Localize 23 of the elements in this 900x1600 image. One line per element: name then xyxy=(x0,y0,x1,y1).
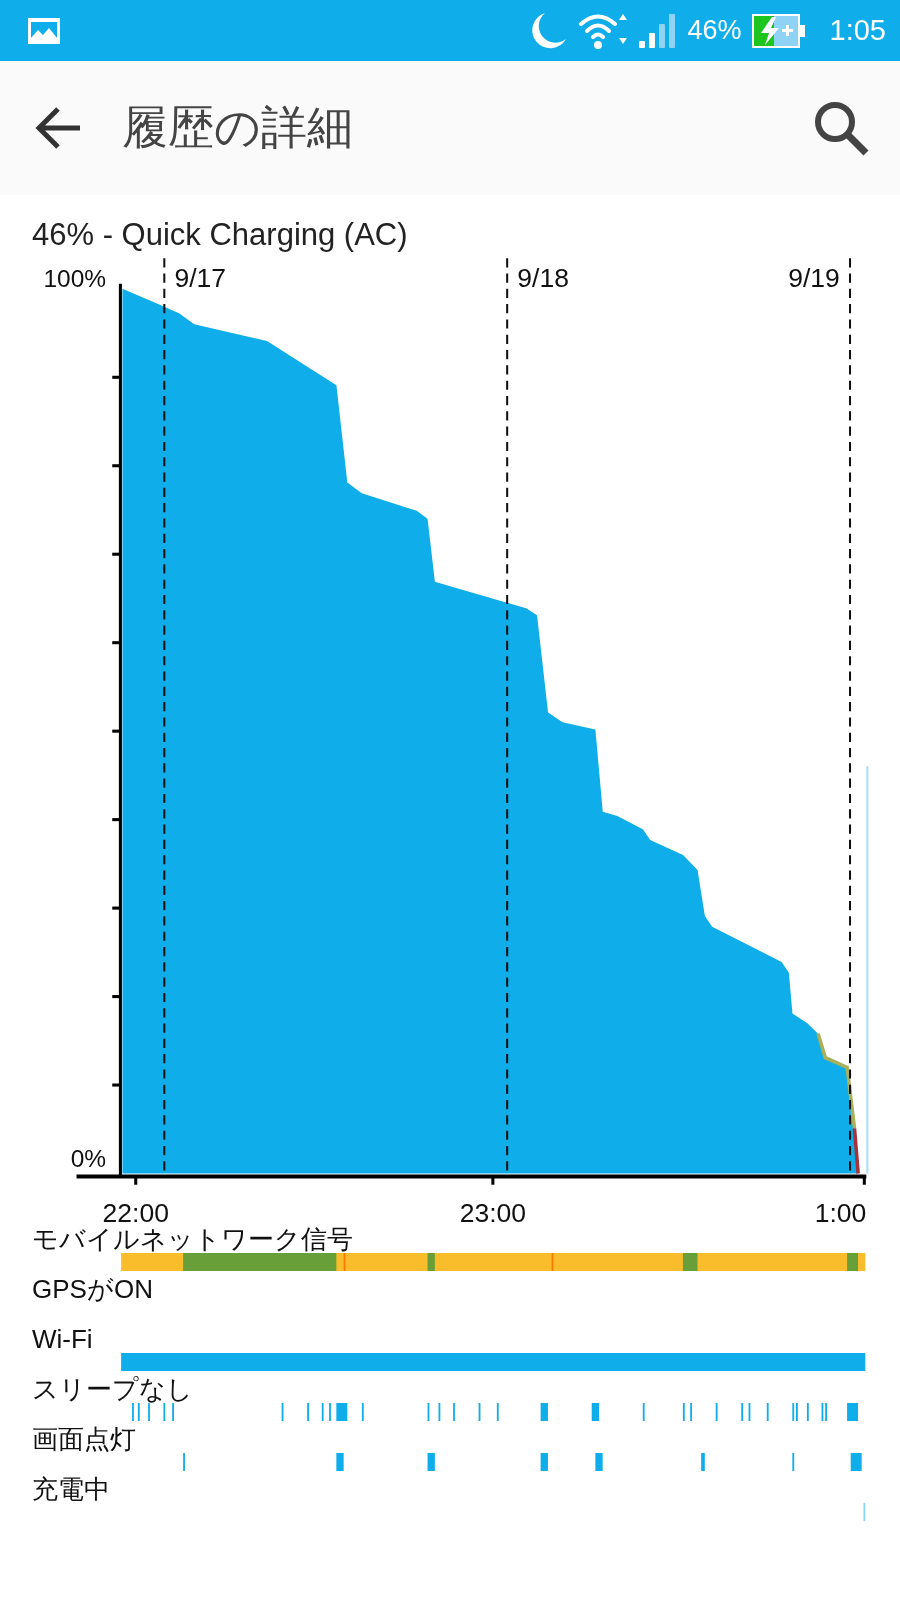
date-label: 9/18 xyxy=(517,262,569,293)
y-tick-label: 0% xyxy=(70,1145,107,1173)
battery-charging-icon xyxy=(751,13,806,48)
wifi-icon xyxy=(577,11,628,50)
x-tick-label: 23:00 xyxy=(459,1198,527,1229)
search-button[interactable] xyxy=(812,99,870,157)
image-icon xyxy=(28,17,60,44)
activity-label: 充電中 xyxy=(32,1475,110,1503)
date-label: 9/17 xyxy=(174,262,227,293)
date-label: 9/19 xyxy=(788,262,840,293)
battery-status: 46% - Quick Charging (AC) xyxy=(32,217,409,253)
activity-label: 画面点灯 xyxy=(32,1425,136,1453)
signal-icon xyxy=(637,12,678,49)
activity-label: Wi-Fi xyxy=(32,1325,93,1353)
activity-label: GPSがON xyxy=(32,1275,153,1303)
battery-percent: 46% xyxy=(687,15,742,46)
screen-title: 履歴の詳細 xyxy=(122,100,353,155)
activity-label: スリープなし xyxy=(32,1375,193,1403)
y-tick-label: 100% xyxy=(43,264,107,292)
clock: 1:05 xyxy=(829,14,886,47)
activity-strip xyxy=(863,1503,866,1521)
x-tick-label: 1:00 xyxy=(814,1198,867,1229)
back-button[interactable] xyxy=(34,106,82,150)
